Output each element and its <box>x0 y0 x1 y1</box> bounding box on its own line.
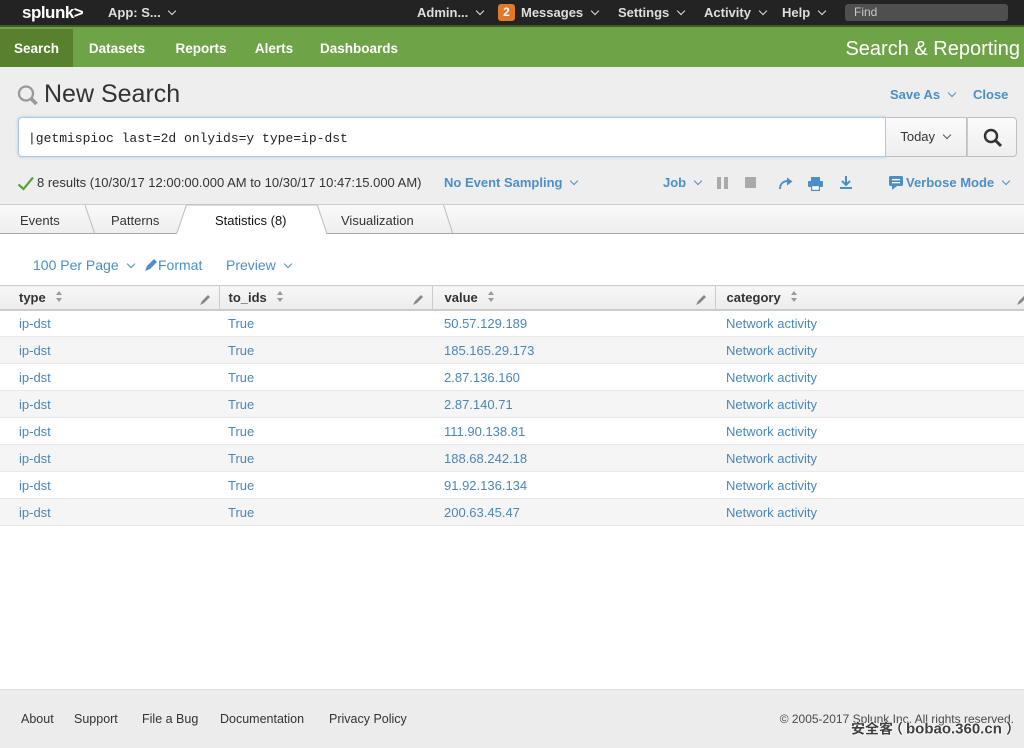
svg-text:bobao.360.cn: bobao.360.cn <box>906 721 1002 738</box>
svg-text:Patterns: Patterns <box>111 213 160 228</box>
svg-text:Statistics (8): Statistics (8) <box>215 213 287 228</box>
svg-text:Visualization: Visualization <box>341 213 414 228</box>
svg-text:Events: Events <box>20 213 60 228</box>
